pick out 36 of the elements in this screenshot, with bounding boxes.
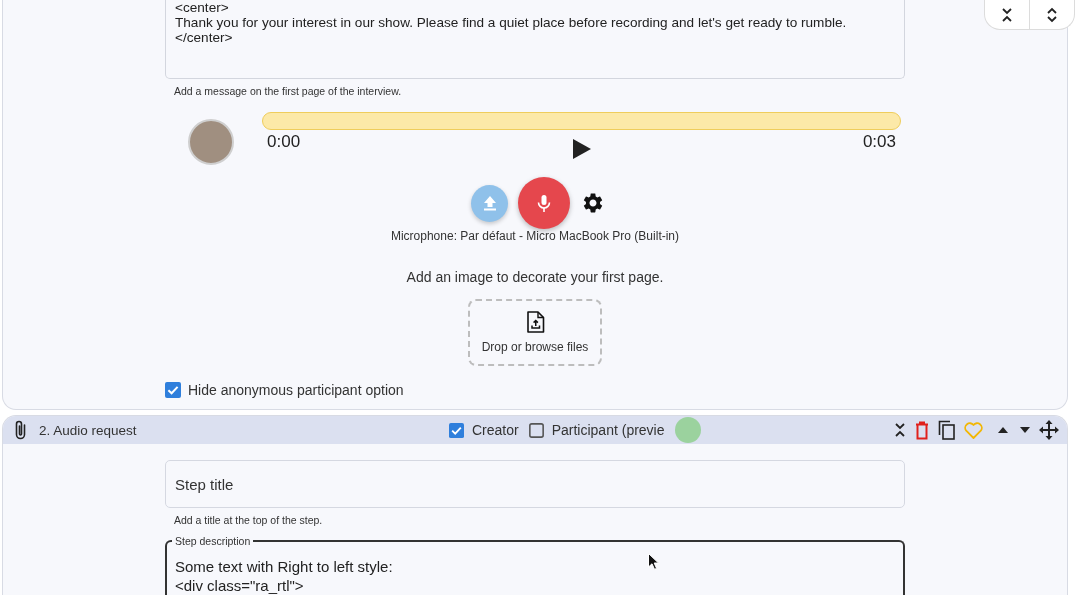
file-upload-icon (525, 311, 545, 333)
click-indicator-icon (674, 417, 701, 443)
checkbox-label[interactable]: Creator (472, 422, 519, 438)
copy-icon[interactable] (938, 420, 955, 440)
expand-icon (1046, 6, 1058, 23)
step-description-field[interactable]: Step description Some text with Right to left style: <div class="ra_rtl"> (165, 535, 905, 595)
microphone-label: Microphone: Par défaut - Micro MacBook Pro (Built-in) (389, 229, 681, 243)
file-dropzone[interactable]: Drop or browse files (468, 299, 602, 366)
avatar-photo (188, 119, 234, 165)
field-label: Step description (174, 535, 252, 547)
mouse-pointer-icon (648, 553, 659, 570)
play-icon[interactable] (572, 139, 591, 159)
record-button[interactable] (518, 177, 570, 229)
checkbox[interactable] (165, 382, 181, 398)
move-icon[interactable] (1039, 420, 1059, 440)
image-prompt: Add an image to decorate your first page. (405, 269, 665, 286)
move-down-icon[interactable] (1020, 427, 1030, 433)
move-up-icon[interactable] (998, 427, 1008, 433)
collapse-icon[interactable] (894, 422, 906, 438)
step-title-field[interactable]: Step title (165, 460, 905, 508)
upload-icon (482, 195, 497, 211)
current-time: 0:00 (266, 132, 302, 152)
settings-icon[interactable] (583, 193, 603, 213)
message-field[interactable]: <center> Thank you for your interest in our show. Please find a quiet place before recording and let's get ready to rumble. </center> (165, 0, 905, 79)
microphone-icon (537, 193, 551, 213)
helper-text: Add a title at the top of the step. (173, 514, 324, 526)
paperclip-icon (13, 420, 28, 440)
checkbox-label[interactable]: Hide anonymous participant option (188, 382, 404, 398)
delete-icon[interactable] (915, 420, 929, 440)
collapse-icon (1001, 6, 1013, 23)
helper-text: Add a message on the first page of the interview. (173, 85, 403, 97)
checkbox[interactable] (528, 422, 544, 438)
checkbox-label[interactable]: Participant (previe (551, 422, 665, 438)
duration-time: 0:03 (861, 132, 897, 152)
checkbox[interactable] (449, 422, 464, 438)
step-title: 2. Audio request (39, 422, 137, 438)
